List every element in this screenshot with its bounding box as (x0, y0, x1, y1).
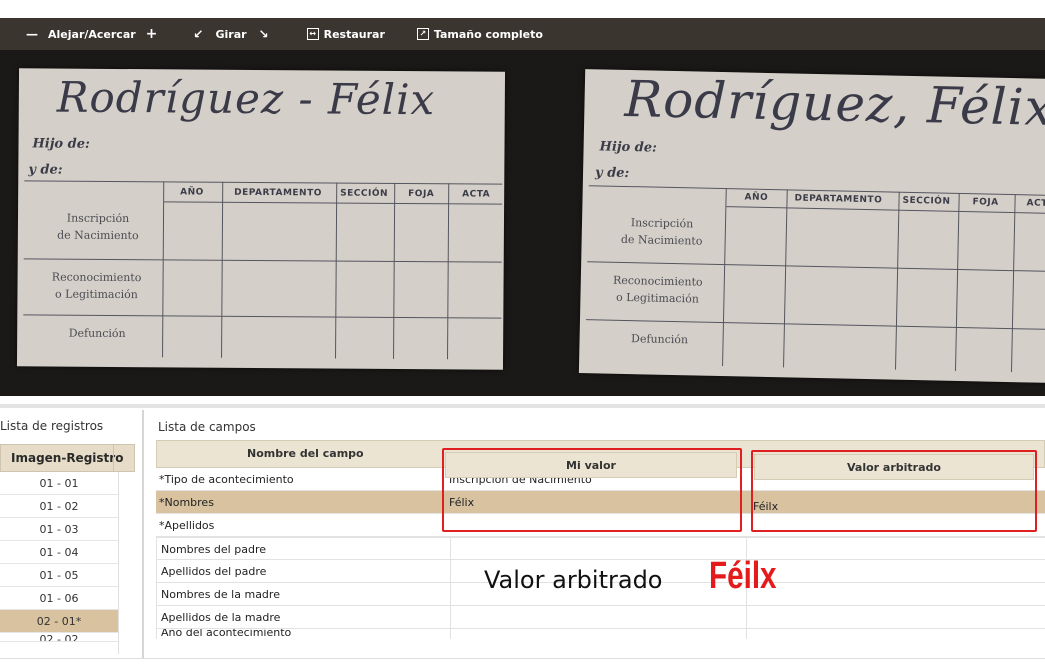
field-name: *Nombres (159, 495, 214, 509)
card-grid-line (954, 192, 960, 371)
card-y-de-label: y de: (594, 165, 630, 182)
card-grid-line (783, 189, 788, 368)
bottom-border (0, 658, 1045, 659)
col-header-mi-valor[interactable]: Mi valor (445, 452, 737, 478)
arbitrado-highlight: Valor arbitrado (751, 450, 1037, 532)
column-separator (450, 537, 451, 639)
card-row-reconocimiento: Reconocimiento o Legitimación (612, 273, 703, 306)
field-name: Año del acontecimiento (161, 629, 292, 639)
page: — Alejar/Acercar + ↙ Girar ↘ ↔ Restaurar… (0, 0, 1045, 670)
records-panel: Lista de registros Imagen-Registro 01 - … (0, 410, 144, 658)
image-toolbar: — Alejar/Acercar + ↙ Girar ↘ ↔ Restaurar… (0, 18, 1045, 50)
restore-button[interactable]: ↔ Restaurar (303, 18, 389, 50)
card-header-ano: AÑO (180, 187, 204, 198)
card-hijo-de-label: Hijo de: (32, 136, 90, 152)
card-grid-line (447, 183, 450, 360)
field-row[interactable]: Año del acontecimiento (156, 629, 1045, 639)
records-scrollbar[interactable] (118, 472, 135, 654)
card-handwritten-name: Rodríguez - Félix (56, 72, 436, 125)
card-grid-line (587, 261, 1045, 272)
card-grid-line (23, 258, 502, 263)
card-grid-line (24, 180, 503, 185)
card-header-seccion: SECCIÓN (902, 195, 951, 207)
record-row[interactable]: 01 - 02 (0, 495, 118, 518)
card-grid-line (221, 181, 224, 358)
column-separator (156, 537, 157, 639)
annotation-value: Féilx (709, 555, 777, 597)
restore-icon: ↔ (306, 28, 319, 40)
field-name: Apellidos del padre (161, 564, 267, 578)
records-column-header-label: Imagen-Registro (11, 451, 124, 465)
plus-icon[interactable]: + (146, 27, 158, 41)
records-list[interactable]: 01 - 01 01 - 02 01 - 03 01 - 04 01 - 05 … (0, 472, 135, 642)
card-row-reconocimiento: Reconocimiento o Legitimación (51, 270, 142, 302)
card-grid-line (164, 201, 503, 205)
card-header-departamento: DEPARTAMENTO (794, 193, 883, 206)
fullsize-button[interactable]: ↗ Tamaño completo (413, 18, 547, 50)
col-header-mi-valor-label: Mi valor (566, 458, 616, 472)
field-name: *Tipo de acontecimiento (159, 472, 294, 486)
card-row-inscripcion: Inscripción de Nacimiento (620, 216, 703, 248)
record-card-left: Rodríguez - Félix Hijo de: y de: AÑO DEP… (16, 68, 506, 370)
field-row[interactable]: Nombres del padre (156, 537, 1045, 560)
card-grid-line (393, 182, 396, 359)
card-grid-line (895, 191, 900, 370)
card-row-defuncion: Defunción (68, 326, 126, 341)
fields-panel: Lista de campos Nombre del campo *Tipo d… (148, 410, 1045, 658)
rotate-right-icon[interactable]: ↘ (259, 28, 269, 40)
card-y-de-label: y de: (28, 162, 63, 178)
card-header-departamento: DEPARTAMENTO (234, 187, 322, 199)
card-header-foja: FOJA (408, 189, 435, 200)
card-header-seccion: SECCIÓN (340, 188, 389, 199)
card-header-ano: AÑO (744, 192, 769, 203)
record-row[interactable]: 01 - 03 (0, 518, 118, 541)
zoom-label: Alejar/Acercar (48, 27, 136, 41)
mi-valor-highlight: Mi valor (442, 448, 742, 532)
record-row[interactable]: 01 - 01 (0, 472, 118, 495)
rotate-control[interactable]: ↙ Girar ↘ (189, 18, 272, 50)
field-name: Nombres del padre (161, 542, 266, 556)
records-panel-title: Lista de registros (0, 419, 104, 433)
restore-label: Restaurar (323, 27, 385, 41)
card-hijo-de-label: Hijo de: (599, 139, 658, 156)
col-header-arbitrado[interactable]: Valor arbitrado (754, 454, 1034, 480)
image-viewer[interactable]: Rodríguez - Félix Hijo de: y de: AÑO DEP… (0, 50, 1045, 396)
record-card-right: Rodríguez, Félix Hijo de: y de: AÑO DEPA… (578, 69, 1045, 383)
rotate-label: Girar (215, 27, 247, 41)
card-grid-line (335, 182, 338, 359)
record-row[interactable]: 01 - 04 (0, 541, 118, 564)
panel-divider[interactable] (0, 404, 1045, 408)
card-handwritten-name: Rodríguez, Félix (624, 69, 1045, 137)
card-header-acta: ACTA (462, 189, 491, 200)
card-grid-line (162, 181, 165, 358)
record-row[interactable]: 01 - 06 (0, 587, 118, 610)
field-name: Apellidos de la madre (161, 610, 281, 624)
card-grid-line (585, 319, 1045, 330)
field-name: *Apellidos (159, 518, 215, 532)
field-name: Nombres de la madre (161, 587, 280, 601)
fields-panel-title: Lista de campos (158, 420, 256, 434)
zoom-control[interactable]: — Alejar/Acercar + (22, 18, 161, 50)
col-header-nombre[interactable]: Nombre del campo (247, 447, 364, 460)
records-column-header[interactable]: Imagen-Registro (0, 444, 135, 472)
card-row-defuncion: Defunción (630, 332, 689, 347)
card-row-inscripcion: Inscripción de Nacimiento (57, 211, 139, 243)
card-grid-line (23, 314, 502, 319)
record-row-selected[interactable]: 02 - 01* (0, 610, 118, 633)
col-header-arbitrado-label: Valor arbitrado (847, 460, 941, 474)
record-row[interactable]: 01 - 05 (0, 564, 118, 587)
record-row[interactable]: 02 - 02 (0, 633, 118, 642)
annotation-label: Valor arbitrado (484, 566, 663, 594)
fullsize-icon: ↗ (416, 28, 429, 40)
header-separator (113, 445, 114, 471)
card-header-acta: ACTA (1026, 198, 1045, 209)
minus-icon[interactable]: — (26, 28, 38, 40)
card-header-foja: FOJA (972, 197, 999, 208)
card-grid-line (1010, 194, 1016, 373)
fullsize-label: Tamaño completo (433, 27, 543, 41)
rotate-left-icon[interactable]: ↙ (193, 28, 203, 40)
field-row[interactable]: Apellidos de la madre (156, 606, 1045, 629)
